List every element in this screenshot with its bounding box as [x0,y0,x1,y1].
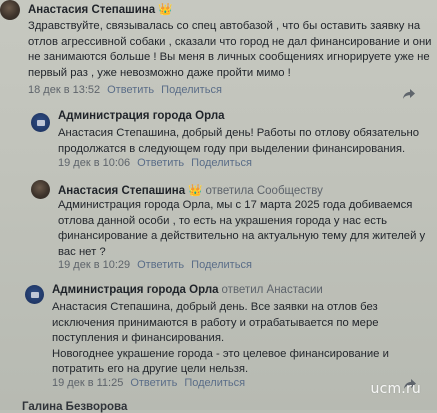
site-watermark: ucm.ru [370,381,421,397]
comment-line: Новогоднее украшение города - это целево… [52,347,389,360]
crown-icon: 👑 [188,185,203,197]
comment-line: первый раз , уже невозможно даже пройти … [28,66,291,79]
comment-meta: 19 дек в 10:06 Ответить Поделиться [58,157,259,169]
comment-line: отлов агрессивной собаки , сказали что г… [28,35,432,48]
author-name[interactable]: Администрация города Орла [58,110,225,122]
reply-target[interactable]: ответил Анастасии [222,284,323,296]
share-button[interactable]: Поделиться [191,259,252,271]
reply-button[interactable]: Ответить [137,157,184,169]
reply-target[interactable]: ответила Сообществу [205,185,322,197]
comment-text: Администрация города Орла, мы с 17 марта… [58,198,425,260]
comment-time[interactable]: 19 дек в 10:29 [58,259,130,271]
comment-line: не занимаются больше ! Вы меня в личных … [28,51,430,64]
reply-button[interactable]: Ответить [137,259,184,271]
avatar[interactable] [0,0,20,20]
comment-line: отлова данной особи , то есть на украшен… [58,214,388,227]
comment-meta: 19 дек в 10:29 Ответить Поделиться [58,259,259,271]
share-button[interactable]: Поделиться [161,84,222,96]
reply-button[interactable]: Ответить [130,377,177,389]
comment-time[interactable]: 18 дек в 13:52 [28,84,100,96]
comment-author[interactable]: Анастасия Степашина 👑 [28,2,172,16]
avatar[interactable] [31,180,50,199]
comment-line: Анастасия Степашина, добрый день! Работы… [58,127,419,139]
comment-line: Здравствуйте, связывалась со спец автоба… [28,20,421,32]
author-name[interactable]: Анастасия Степашина [28,4,155,16]
comment-author[interactable]: Администрация города Орла [58,110,225,122]
comment-line: потратить его на другие цели нельзя. [52,363,249,376]
author-name[interactable]: Анастасия Степашина [58,185,185,197]
comment-author[interactable]: Галина Безворова [22,401,127,413]
share-button[interactable]: Поделиться [184,377,245,389]
city-crest-icon [36,119,45,126]
share-button[interactable]: Поделиться [191,157,252,169]
comment-text: Анастасия Степашина, добрый день. Все за… [52,300,389,378]
comment-line: финансирование а действительно на актуал… [58,230,426,243]
comment-author[interactable]: Анастасия Степашина 👑 ответила Сообществу [58,183,323,197]
author-name[interactable]: Администрация города Орла [52,284,219,296]
comment-line: поступления и финансирования. [52,332,225,345]
comment-meta: 18 дек в 13:52 Ответить Поделиться [28,84,229,96]
comment-meta: 19 дек в 11:25 Ответить Поделиться [52,377,252,389]
comment-author[interactable]: Администрация города Орла ответил Анастас… [52,284,323,296]
comment-time[interactable]: 19 дек в 10:06 [58,157,130,169]
comment-line: Анастасия Степашина, добрый день. Все за… [52,301,378,313]
reply-button[interactable]: Ответить [107,84,154,96]
crown-icon: 👑 [158,4,173,16]
avatar[interactable] [31,113,50,132]
share-arrow-icon[interactable] [402,88,416,100]
comment-line: Администрация города Орла, мы с 17 марта… [58,199,413,211]
comment-line: исключения принимаются в работу и отраба… [52,316,379,329]
comment-line: продолжатся в следующем году при выделен… [58,142,406,155]
comment-text: Анастасия Степашина, добрый день! Работы… [58,126,419,157]
city-crest-icon [30,291,39,298]
comment-time[interactable]: 19 дек в 11:25 [52,377,123,389]
comment-text: Здравствуйте, связывалась со спец автоба… [28,19,432,81]
avatar[interactable] [25,285,44,304]
